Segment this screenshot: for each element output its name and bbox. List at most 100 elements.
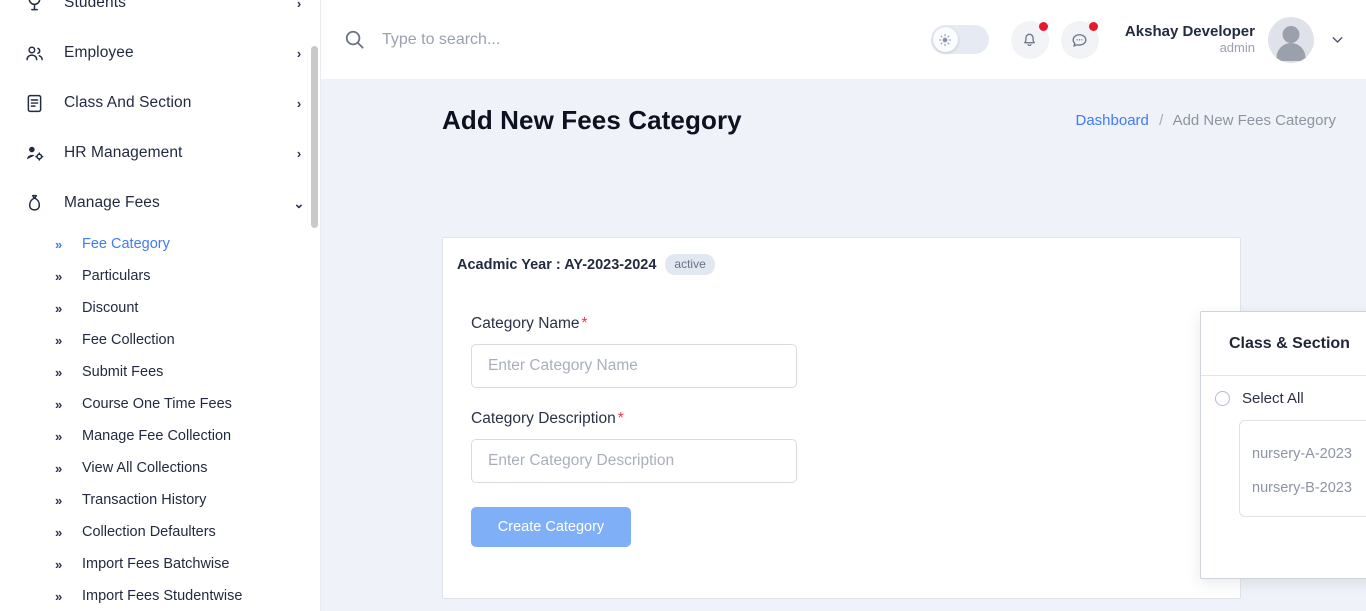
avatar[interactable]: [1268, 16, 1314, 63]
sidebar-subitem-import-fees-batchwise[interactable]: » Import Fees Batchwise: [0, 548, 320, 580]
double-chevron-icon: »: [55, 364, 63, 380]
sidebar-subitem-fee-category[interactable]: » Fee Category: [0, 228, 320, 260]
breadcrumb-dashboard-link[interactable]: Dashboard: [1076, 112, 1149, 129]
user-gear-icon: [22, 141, 46, 165]
sidebar-subitem-label: Transaction History: [82, 492, 207, 508]
page-title: Add New Fees Category: [442, 105, 742, 135]
category-name-label-text: Category Name: [471, 315, 580, 332]
breadcrumb-current: Add New Fees Category: [1172, 112, 1336, 129]
select-all-row[interactable]: Select All: [1201, 376, 1366, 407]
class-section-panel: Class & Section Select All nursery-A-202…: [1200, 311, 1366, 579]
main-region: Akshay Developer admin Add New Fees Cate…: [321, 0, 1366, 611]
bell-icon: [1024, 33, 1036, 47]
notifications-button[interactable]: [1010, 20, 1049, 59]
chevron-down-icon: ⌄: [293, 195, 305, 211]
category-form: Category Name* Category Description* Cre…: [443, 275, 803, 547]
page-header: Add New Fees Category Dashboard / Add Ne…: [321, 79, 1366, 136]
user-info: Akshay Developer admin: [1125, 23, 1255, 55]
sidebar-item-employee[interactable]: Employee ›: [0, 28, 320, 78]
sidebar-subitem-label: Collection Defaulters: [82, 524, 216, 540]
category-name-input[interactable]: [471, 344, 797, 388]
sidebar-item-students[interactable]: Students ›: [0, 0, 320, 28]
sidebar-subitem-label: Manage Fee Collection: [82, 428, 232, 444]
sidebar-subitem-discount[interactable]: » Discount: [0, 292, 320, 324]
double-chevron-icon: »: [55, 236, 63, 252]
sidebar-scrollbar[interactable]: [311, 0, 319, 611]
double-chevron-icon: »: [55, 300, 63, 316]
search-icon: [343, 28, 366, 51]
user-menu-chevron-down-icon[interactable]: [1328, 31, 1346, 48]
sidebar-subitem-course-one-time-fees[interactable]: » Course One Time Fees: [0, 388, 320, 420]
category-description-label: Category Description *: [471, 410, 803, 428]
chevron-right-icon: ›: [296, 95, 302, 111]
select-all-checkbox[interactable]: [1215, 391, 1230, 406]
sidebar-nav-group: Students › Employee › Class And Section …: [0, 0, 320, 611]
required-asterisk: *: [617, 410, 624, 427]
sidebar-subitem-label: Fee Category: [82, 236, 170, 252]
category-name-label: Category Name *: [471, 315, 803, 333]
category-description-label-text: Category Description: [471, 410, 616, 427]
topbar-actions: Akshay Developer admin: [930, 16, 1346, 63]
sidebar-subitem-label: Fee Collection: [82, 332, 175, 348]
double-chevron-icon: »: [55, 268, 63, 284]
sidebar-item-label: Employee: [64, 44, 134, 61]
double-chevron-icon: »: [55, 332, 63, 348]
field-spacer: [471, 388, 803, 410]
sidebar-subitem-collection-defaulters[interactable]: » Collection Defaulters: [0, 516, 320, 548]
notification-badge: [1038, 21, 1048, 31]
chat-bubble-icon: [1072, 34, 1087, 47]
status-badge: active: [665, 254, 715, 275]
topbar: Akshay Developer admin: [321, 0, 1366, 79]
sidebar-scrollbar-thumb[interactable]: [311, 46, 318, 228]
sidebar-item-manage-fees[interactable]: Manage Fees ⌄: [0, 178, 320, 228]
messages-button[interactable]: [1060, 20, 1099, 59]
sidebar-subitem-label: View All Collections: [82, 460, 208, 476]
breadcrumb: Dashboard / Add New Fees Category: [1076, 112, 1337, 129]
double-chevron-icon: »: [55, 492, 63, 508]
fees-category-card: Acadmic Year : AY-2023-2024 active Categ…: [442, 237, 1241, 599]
document-icon: [22, 91, 46, 115]
theme-toggle[interactable]: [930, 25, 989, 54]
graduation-cap-icon: [22, 0, 46, 15]
avatar-body: [1276, 42, 1306, 61]
money-bag-icon: [22, 191, 46, 215]
sidebar-subitem-fee-collection[interactable]: » Fee Collection: [0, 324, 320, 356]
chevron-right-icon: ›: [296, 0, 302, 11]
search-input[interactable]: [382, 30, 862, 49]
select-all-label: Select All: [1242, 390, 1304, 407]
sidebar-item-hr-management[interactable]: HR Management ›: [0, 128, 320, 178]
chevron-right-icon: ›: [296, 45, 302, 61]
double-chevron-icon: »: [55, 460, 63, 476]
sidebar-subitem-transaction-history[interactable]: » Transaction History: [0, 484, 320, 516]
sidebar-item-label: Manage Fees: [64, 194, 160, 211]
double-chevron-icon: »: [55, 428, 63, 444]
breadcrumb-separator: /: [1159, 112, 1164, 129]
sidebar-subitem-label: Course One Time Fees: [82, 396, 232, 412]
sidebar-item-class-and-section[interactable]: Class And Section ›: [0, 78, 320, 128]
sidebar-subitem-label: Particulars: [82, 268, 151, 284]
sidebar-scroll-content: Students › Employee › Class And Section …: [0, 0, 320, 611]
sidebar-subitem-view-all-collections[interactable]: » View All Collections: [0, 452, 320, 484]
double-chevron-icon: »: [55, 588, 63, 604]
class-section-option[interactable]: nursery-A-2023: [1240, 437, 1366, 471]
sidebar-subitem-particulars[interactable]: » Particulars: [0, 260, 320, 292]
sidebar: Students › Employee › Class And Section …: [0, 0, 321, 611]
academic-year-label: Acadmic Year : AY-2023-2024: [457, 256, 657, 273]
sidebar-subitem-submit-fees[interactable]: » Submit Fees: [0, 356, 320, 388]
category-description-input[interactable]: [471, 439, 797, 483]
message-badge: [1088, 21, 1098, 31]
search-area: [343, 28, 931, 51]
user-role: admin: [1219, 39, 1255, 55]
create-category-button[interactable]: Create Category: [471, 507, 631, 547]
class-section-options-list[interactable]: nursery-A-2023 nursery-B-2023: [1239, 420, 1366, 517]
sun-icon: [932, 27, 958, 52]
sidebar-subitem-manage-fee-collection[interactable]: » Manage Fee Collection: [0, 420, 320, 452]
sidebar-item-label: Students: [64, 0, 126, 11]
sidebar-subitem-import-fees-studentwise[interactable]: » Import Fees Studentwise: [0, 580, 320, 611]
class-section-title: Class & Section: [1201, 312, 1366, 376]
sidebar-subitem-label: Import Fees Batchwise: [82, 556, 230, 572]
class-section-option[interactable]: nursery-B-2023: [1240, 471, 1366, 505]
required-asterisk: *: [581, 315, 588, 332]
users-icon: [22, 41, 46, 65]
academic-year-row: Acadmic Year : AY-2023-2024 active: [443, 238, 1240, 275]
